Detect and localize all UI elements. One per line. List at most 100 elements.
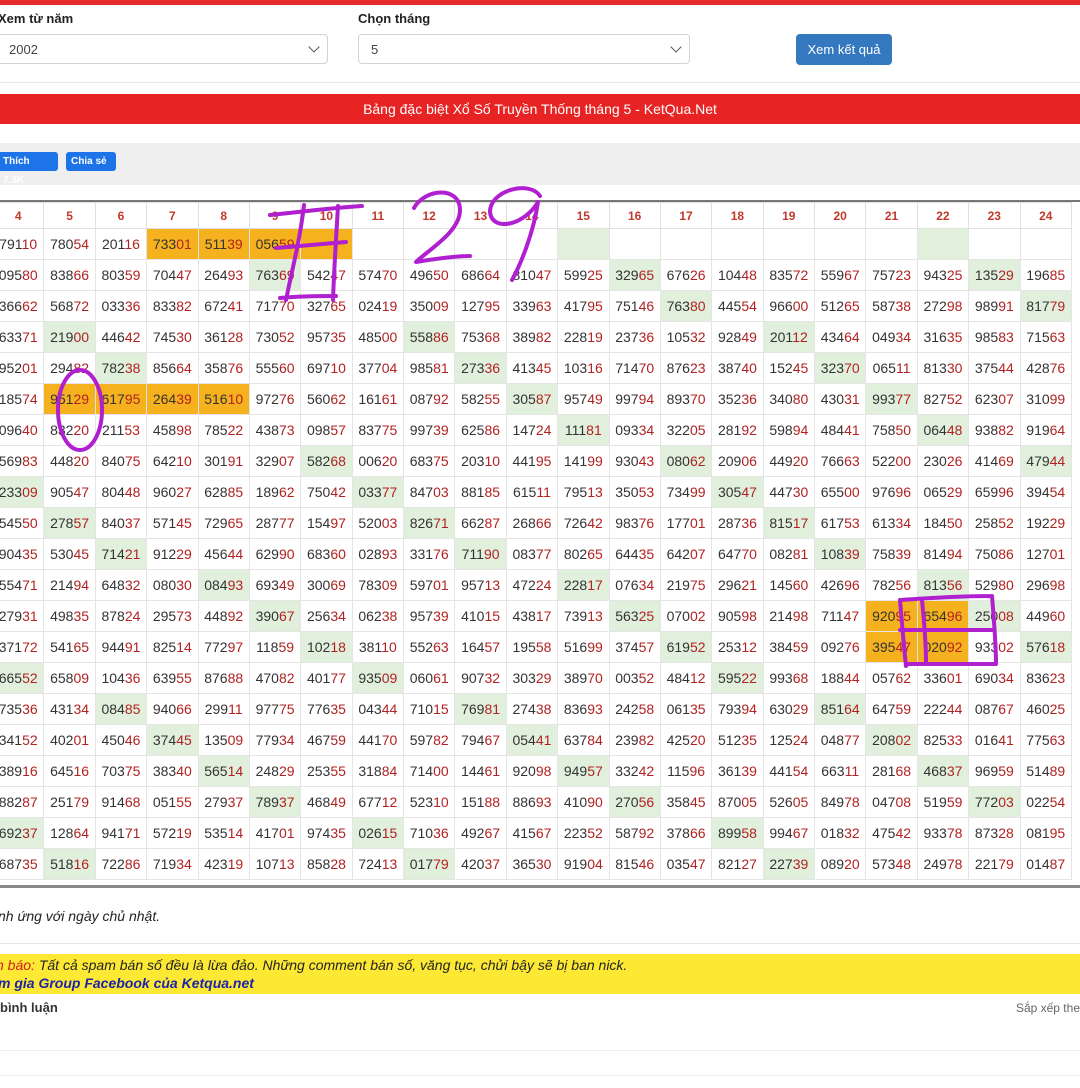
facebook-like-button[interactable]: Thích 7,3K xyxy=(0,152,58,186)
result-last-two: 39 xyxy=(741,763,757,779)
result-prefix: 323 xyxy=(820,360,845,376)
divider xyxy=(0,1050,1080,1051)
result-prefix: 994 xyxy=(769,825,793,841)
result-cell: 81494 xyxy=(916,538,970,570)
month-select[interactable]: 5 xyxy=(358,34,690,64)
table-row: 73536 43134 08485 94066 29911 97775 77635 04344… xyxy=(0,693,1072,725)
result-prefix: 662 xyxy=(461,515,485,531)
result-prefix: 881 xyxy=(461,484,485,500)
result-prefix: 303 xyxy=(512,670,536,686)
result-last-two: 67 xyxy=(278,608,295,624)
result-cell: 28777 xyxy=(248,507,302,539)
day-header: 9 xyxy=(248,202,302,229)
result-cell: 87824 xyxy=(94,600,148,632)
result-prefix: 441 xyxy=(358,732,382,748)
year-select[interactable]: 2002 xyxy=(0,34,328,64)
result-cell: 51959 xyxy=(916,786,970,818)
result-prefix: 043 xyxy=(358,701,382,717)
result-cell: 36662 xyxy=(0,290,45,322)
result-prefix: 814 xyxy=(923,546,947,562)
result-cell: 57618 xyxy=(1019,631,1072,663)
result-prefix: 316 xyxy=(923,329,947,345)
result-last-two: 23 xyxy=(895,267,912,283)
result-prefix: 763 xyxy=(666,298,690,314)
result-cell: 52605 xyxy=(762,786,816,818)
result-cell: 21498 xyxy=(762,600,816,632)
result-cell: 10436 xyxy=(94,662,148,694)
result-prefix: 683 xyxy=(306,546,331,562)
chevron-down-icon xyxy=(670,41,682,53)
result-last-two: 81 xyxy=(586,422,602,438)
result-prefix: 714 xyxy=(101,546,125,562)
sort-dropdown[interactable]: Sắp xếp the xyxy=(1016,1001,1080,1015)
result-cell: 27056 xyxy=(608,786,661,818)
results-grid: 4 5 6 7 8 9 10 11 12 13 14 15 16 17 18 19 20 21 22 23 24 791… xyxy=(0,202,1072,880)
facebook-share-button[interactable]: Chia sẻ xyxy=(66,152,116,171)
result-last-two: 91 xyxy=(998,298,1014,314)
result-cell: 27937 xyxy=(197,786,250,818)
result-prefix: 332 xyxy=(615,763,639,779)
result-last-two: 17 xyxy=(535,608,552,624)
result-cell: 87328 xyxy=(968,817,1021,849)
result-prefix: 195 xyxy=(512,639,536,655)
result-cell: 65996 xyxy=(968,476,1021,508)
result-last-two: 63 xyxy=(1049,732,1066,748)
result-cell: 42319 xyxy=(197,848,250,880)
result-cell: 25634 xyxy=(300,600,353,632)
result-cell: 53514 xyxy=(197,817,250,849)
result-cell: 32370 xyxy=(813,352,867,384)
result-prefix: 851 xyxy=(820,701,845,717)
result-cell: 14724 xyxy=(505,414,559,446)
result-cell: 59782 xyxy=(402,724,456,756)
result-prefix: 214 xyxy=(50,577,74,593)
result-cell: 45898 xyxy=(146,414,199,446)
result-last-two: 54 xyxy=(1049,484,1066,500)
result-last-two: 57 xyxy=(638,639,655,655)
result-prefix: 726 xyxy=(563,515,588,531)
result-prefix: 542 xyxy=(306,267,331,283)
result-prefix: 087 xyxy=(974,701,999,717)
result-cell: 79110 xyxy=(0,228,45,260)
result-last-two: 86 xyxy=(433,329,449,345)
result-cell: 06529 xyxy=(916,476,970,508)
result-cell: 05762 xyxy=(865,662,918,694)
result-cell: 22244 xyxy=(916,693,970,725)
result-cell: 53045 xyxy=(43,538,96,570)
view-results-button[interactable]: Xem kết quả xyxy=(796,34,892,65)
result-last-two: 67 xyxy=(844,267,860,283)
result-prefix: 064 xyxy=(923,422,947,438)
result-cell: 20112 xyxy=(762,321,816,353)
result-cell: 51610 xyxy=(197,383,250,415)
result-cell: 42696 xyxy=(813,569,867,601)
result-cell: 25008 xyxy=(968,600,1021,632)
result-prefix: 033 xyxy=(101,298,125,314)
result-cell: 77297 xyxy=(197,631,250,663)
table-row: 23309 90547 80448 96027 62885 18962 75042 03377… xyxy=(0,476,1072,508)
result-prefix: 750 xyxy=(974,546,999,562)
result-last-two: 92 xyxy=(227,608,244,624)
result-prefix: 358 xyxy=(666,794,690,810)
result-prefix: 256 xyxy=(306,608,331,624)
result-prefix: 115 xyxy=(667,763,690,779)
result-last-two: 09 xyxy=(433,298,449,314)
facebook-group-link[interactable]: m gia Group Facebook của Ketqua.net xyxy=(0,975,254,991)
result-cell: 41469 xyxy=(968,445,1021,477)
result-last-two: 38 xyxy=(124,360,141,376)
result-prefix: 734 xyxy=(666,484,690,500)
result-prefix: 061 xyxy=(666,701,690,717)
result-prefix: 468 xyxy=(923,763,947,779)
result-last-two: 41 xyxy=(998,732,1014,748)
result-cell: 03547 xyxy=(659,848,713,880)
result-cell: 20116 xyxy=(94,228,148,260)
result-cell: 02419 xyxy=(351,290,405,322)
result-prefix: 886 xyxy=(512,794,536,810)
result-last-two: 09 xyxy=(22,484,38,500)
result-last-two: 19 xyxy=(227,856,244,872)
result-prefix: 658 xyxy=(50,670,74,686)
result-cell: 55560 xyxy=(248,352,302,384)
result-cell: 85828 xyxy=(300,848,353,880)
result-cell: 56872 xyxy=(43,290,96,322)
result-cell: 05441 xyxy=(505,724,559,756)
result-last-two: 96 xyxy=(689,763,706,779)
result-last-two: 15 xyxy=(433,701,449,717)
